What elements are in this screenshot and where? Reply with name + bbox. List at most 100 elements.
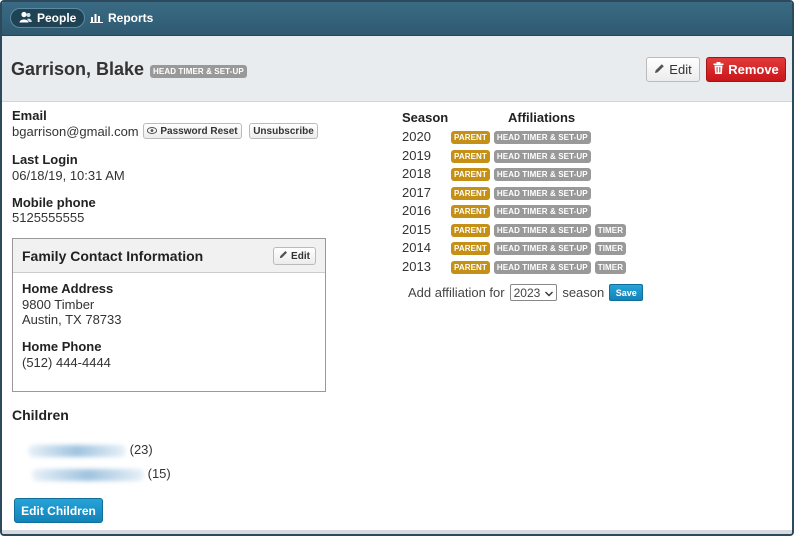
app-window: People Reports Garrison, Blake HEAD TIME… <box>0 0 794 536</box>
role-badge: HEAD TIMER & SET-UP <box>150 65 247 78</box>
family-contact-header: Family Contact Information Edit <box>13 239 325 273</box>
bottom-edge <box>2 530 792 534</box>
home-address-label: Home Address <box>22 281 114 296</box>
season-row: 2014 PARENT HEAD TIMER & SET-UP TIMER <box>402 240 782 258</box>
password-reset-button[interactable]: Password Reset <box>143 123 242 139</box>
edit-person-button[interactable]: Edit <box>646 57 700 82</box>
season-year: 2014 <box>402 240 431 255</box>
edit-family-label: Edit <box>291 250 310 262</box>
affiliation-badge: PARENT <box>451 242 490 255</box>
nav-reports[interactable]: Reports <box>82 8 161 28</box>
mobile-phone-value: 5125555555 <box>12 210 85 225</box>
child-item[interactable]: (23) <box>28 442 153 457</box>
child-age: (23) <box>129 442 153 457</box>
children-title: Children <box>12 407 69 423</box>
pencil-icon <box>279 250 288 262</box>
home-phone-label: Home Phone <box>22 339 102 354</box>
users-icon <box>19 11 32 26</box>
family-contact-title: Family Contact Information <box>22 248 204 264</box>
affiliation-badge: HEAD TIMER & SET-UP <box>493 131 591 144</box>
remove-person-label: Remove <box>728 62 779 77</box>
chevron-down-icon <box>545 286 554 300</box>
affiliation-tags: PARENT HEAD TIMER & SET-UP <box>451 149 591 163</box>
affiliation-tags: PARENT HEAD TIMER & SET-UP TIMER <box>451 223 627 237</box>
eye-icon <box>147 126 158 137</box>
season-year: 2015 <box>402 221 431 237</box>
person-name: Garrison, Blake <box>11 59 145 79</box>
affiliation-badge: HEAD TIMER & SET-UP <box>493 205 591 218</box>
unsubscribe-label: Unsubscribe <box>253 125 314 137</box>
affiliation-tags: PARENT HEAD TIMER & SET-UP <box>451 168 591 181</box>
affiliation-tags: PARENT HEAD TIMER & SET-UP TIMER <box>451 260 627 274</box>
affiliation-badge: PARENT <box>451 168 490 181</box>
pencil-icon <box>654 62 665 77</box>
affiliation-badge: PARENT <box>451 131 490 144</box>
family-contact-panel: Family Contact Information Edit Home Add… <box>12 238 326 392</box>
season-suffix-label: season <box>562 285 605 300</box>
season-row: 2017 PARENT HEAD TIMER & SET-UP <box>402 185 782 203</box>
affiliation-badge: PARENT <box>451 223 490 237</box>
top-navigation: People Reports <box>2 2 792 36</box>
edit-children-button[interactable]: Edit Children <box>14 498 103 523</box>
email-label: Email <box>12 108 47 123</box>
address-line1: 9800 Timber <box>22 297 95 312</box>
child-age: (15) <box>147 466 171 481</box>
affiliation-tags: PARENT HEAD TIMER & SET-UP <box>451 205 591 218</box>
edit-person-label: Edit <box>669 62 692 77</box>
season-year: 2016 <box>402 203 431 218</box>
affiliation-badge: TIMER <box>594 223 627 237</box>
last-login-value: 06/18/19, 10:31 AM <box>12 168 125 183</box>
nav-people[interactable]: People <box>10 8 86 28</box>
season-row: 2020 PARENT HEAD TIMER & SET-UP <box>402 129 782 147</box>
password-reset-label: Password Reset <box>160 125 238 137</box>
season-row: 2019 PARENT HEAD TIMER & SET-UP <box>402 148 782 166</box>
affiliations-column-header: Affiliations <box>508 110 576 125</box>
nav-reports-label: Reports <box>108 11 154 25</box>
season-select-value: 2023 <box>513 285 541 300</box>
season-row: 2015 PARENT HEAD TIMER & SET-UP TIMER <box>402 222 782 240</box>
redacted-child-name <box>28 444 126 457</box>
unsubscribe-button[interactable]: Unsubscribe <box>249 123 318 139</box>
season-year: 2019 <box>402 147 431 163</box>
season-year: 2018 <box>402 166 431 181</box>
affiliation-badge: HEAD TIMER & SET-UP <box>493 223 591 237</box>
affiliation-tags: PARENT HEAD TIMER & SET-UP <box>451 186 591 200</box>
season-year: 2017 <box>402 184 431 200</box>
season-year: 2020 <box>402 129 431 144</box>
add-affiliation-form: Add affiliation for 2023 season Save <box>408 284 644 301</box>
bar-chart-icon <box>90 11 103 26</box>
affiliation-tags: PARENT HEAD TIMER & SET-UP <box>451 131 591 144</box>
season-row: 2018 PARENT HEAD TIMER & SET-UP <box>402 166 782 184</box>
affiliation-badge: TIMER <box>594 242 627 255</box>
save-affiliation-button[interactable]: Save <box>609 284 644 301</box>
affiliation-badge: HEAD TIMER & SET-UP <box>493 260 591 274</box>
person-header: Garrison, Blake HEAD TIMER & SET-UP Edit… <box>2 36 792 102</box>
affiliation-badge: HEAD TIMER & SET-UP <box>493 242 591 255</box>
add-affiliation-label: Add affiliation for <box>408 285 505 300</box>
season-select[interactable]: 2023 <box>509 284 558 301</box>
edit-family-button[interactable]: Edit <box>273 247 316 265</box>
email-value: bgarrison@gmail.com <box>12 124 139 139</box>
affiliation-badge: PARENT <box>451 205 490 218</box>
redacted-child-name <box>32 468 144 481</box>
affiliation-badge: HEAD TIMER & SET-UP <box>493 168 591 181</box>
affiliation-badge: PARENT <box>451 186 490 200</box>
affiliation-badge: TIMER <box>594 260 627 274</box>
last-login-label: Last Login <box>12 152 78 167</box>
season-row: 2013 PARENT HEAD TIMER & SET-UP TIMER <box>402 259 782 277</box>
trash-icon <box>713 62 724 77</box>
mobile-phone-label: Mobile phone <box>12 195 96 210</box>
season-year: 2013 <box>402 258 431 274</box>
affiliation-tags: PARENT HEAD TIMER & SET-UP TIMER <box>451 242 627 255</box>
season-column-header: Season <box>402 110 449 125</box>
affiliation-badge: HEAD TIMER & SET-UP <box>493 186 591 200</box>
affiliation-badge: PARENT <box>451 149 490 163</box>
affiliation-badge: HEAD TIMER & SET-UP <box>493 149 591 163</box>
season-row: 2016 PARENT HEAD TIMER & SET-UP <box>402 203 782 221</box>
child-item[interactable]: (15) <box>32 466 171 481</box>
remove-person-button[interactable]: Remove <box>706 57 786 82</box>
home-phone-value: (512) 444-4444 <box>22 355 111 370</box>
affiliation-badge: PARENT <box>451 260 490 274</box>
address-line2: Austin, TX 78733 <box>22 312 122 327</box>
nav-people-label: People <box>37 11 77 25</box>
